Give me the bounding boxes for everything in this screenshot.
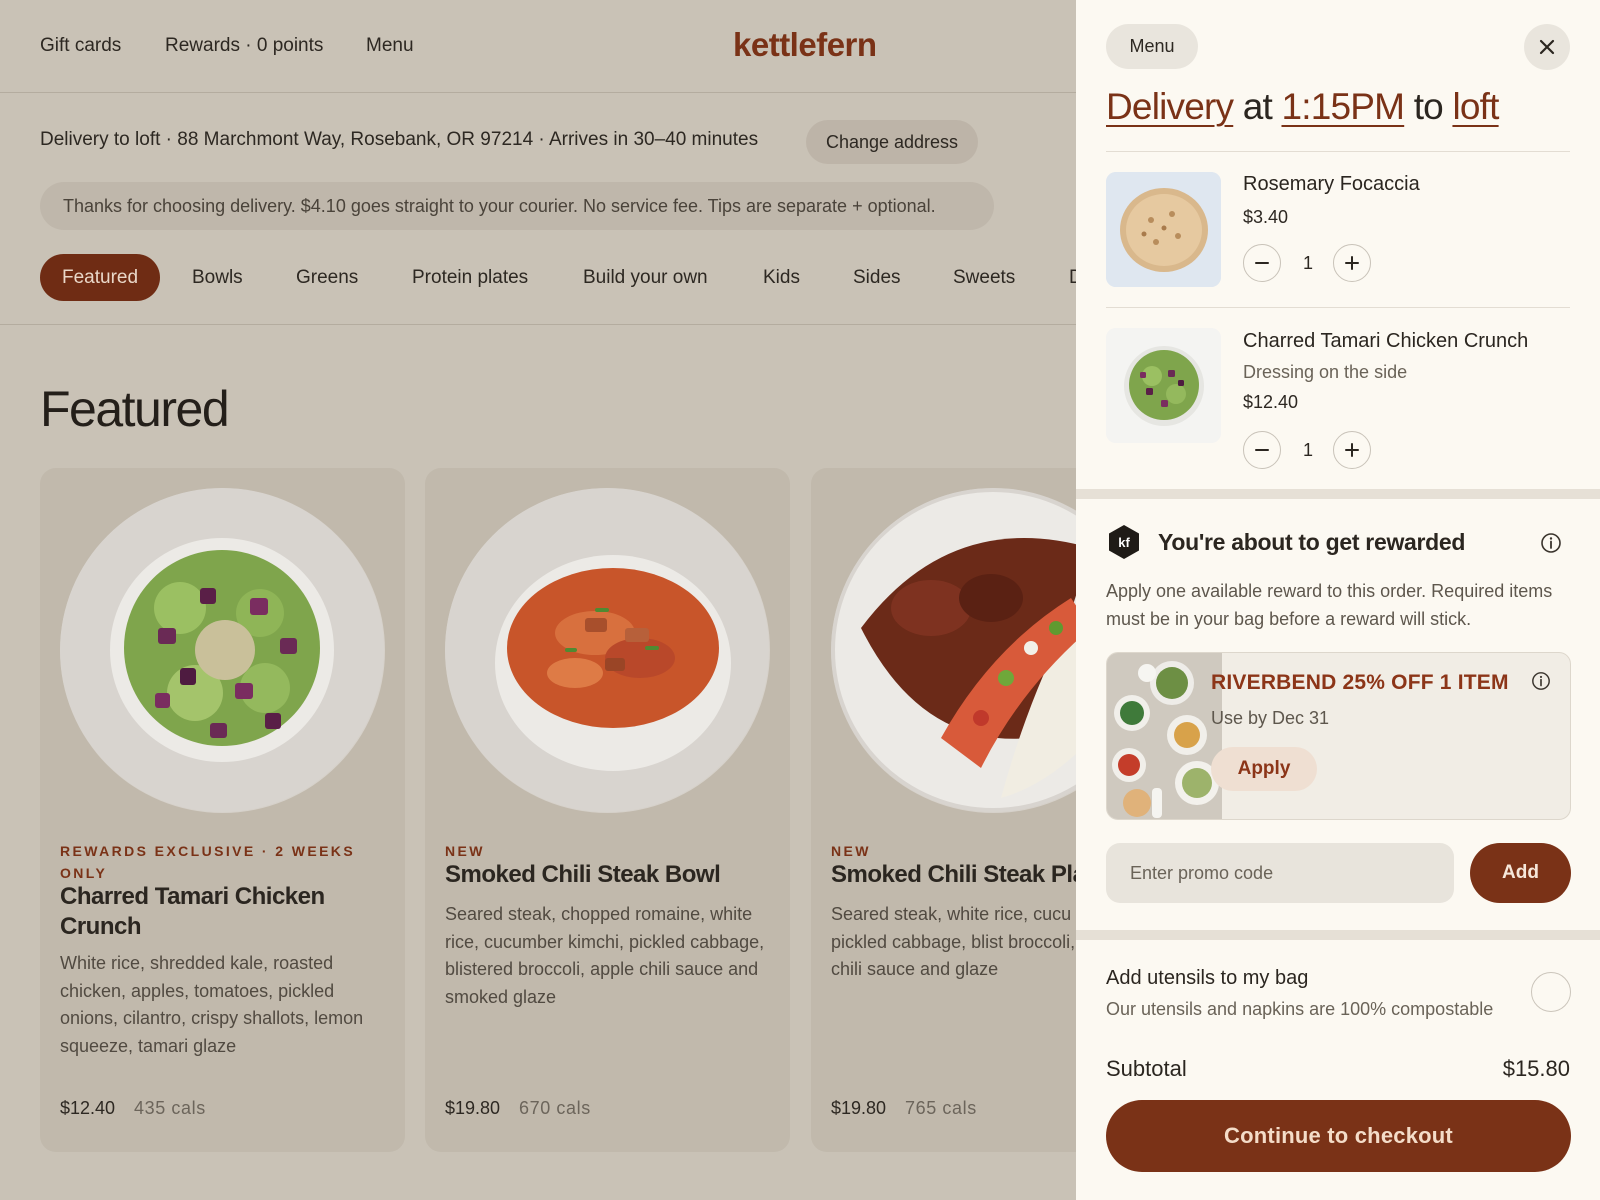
subtotal-label: Subtotal xyxy=(1106,1056,1187,1081)
utensils-label: Add utensils to my bag xyxy=(1106,967,1309,989)
close-button[interactable] xyxy=(1524,24,1570,70)
minus-icon xyxy=(1255,262,1269,264)
decrease-quantity-button[interactable] xyxy=(1243,431,1281,469)
cart-item-modifier: Dressing on the side xyxy=(1243,362,1408,382)
product-price: $19.80 xyxy=(831,1098,887,1118)
rewards-title: You're about to get rewarded xyxy=(1158,529,1466,555)
product-price: $12.40 xyxy=(60,1098,116,1118)
gift-cards-link[interactable]: Gift cards xyxy=(40,35,121,57)
rewards-badge-text: kf xyxy=(1118,535,1130,550)
info-icon[interactable] xyxy=(1540,532,1562,554)
delivery-time-link[interactable]: 1:15PM xyxy=(1281,86,1405,127)
product-calories: 670 cals xyxy=(519,1098,591,1118)
tab-bowls[interactable]: Bowls xyxy=(192,254,243,301)
reward-code: RIVERBEND 25% OFF 1 ITEM xyxy=(1211,671,1509,694)
focaccia-image xyxy=(1106,172,1221,287)
heading-to-text: to xyxy=(1413,86,1444,127)
cart-panel: Menu Delivery at 1:15PM to loft Rosemary… xyxy=(1076,0,1600,1200)
section-divider xyxy=(1076,489,1600,499)
table-spread-image xyxy=(1107,653,1222,819)
utensils-note: Our utensils and napkins are 100% compos… xyxy=(1106,999,1494,1019)
tab-protein-plates[interactable]: Protein plates xyxy=(412,254,528,301)
plus-icon xyxy=(1345,256,1359,270)
product-description: Seared steak, chopped romaine, white ric… xyxy=(445,904,765,1007)
cart-item-name: Rosemary Focaccia xyxy=(1243,173,1420,195)
close-icon xyxy=(1539,39,1555,55)
brand-logo[interactable]: kettlefern xyxy=(733,26,877,64)
increase-quantity-button[interactable] xyxy=(1333,244,1371,282)
salad-bowl-image xyxy=(60,488,385,813)
divider xyxy=(1106,151,1570,152)
section-title: Featured xyxy=(40,381,230,437)
minus-icon xyxy=(1255,449,1269,451)
apply-reward-button[interactable]: Apply xyxy=(1211,747,1317,791)
utensils-checkbox[interactable] xyxy=(1531,972,1571,1012)
menu-button[interactable]: Menu xyxy=(1106,24,1198,69)
increase-quantity-button[interactable] xyxy=(1333,431,1371,469)
product-description: White rice, shredded kale, roasted chick… xyxy=(60,953,364,1056)
subtotal-value: $15.80 xyxy=(1502,1056,1570,1081)
rewards-description: Apply one available reward to this order… xyxy=(1106,581,1553,629)
product-card[interactable]: REWARDS EXCLUSIVE · 2 WEEKS ONLY Charred… xyxy=(40,468,405,1152)
section-divider xyxy=(1076,930,1600,940)
rice-bowl-image xyxy=(445,488,770,813)
tabs-divider xyxy=(0,324,1076,325)
delivery-address-text: Delivery to loft · 88 Marchmont Way, Ros… xyxy=(40,129,759,150)
decrease-quantity-button[interactable] xyxy=(1243,244,1281,282)
product-tag: NEW xyxy=(445,843,485,859)
product-price: $19.80 xyxy=(445,1098,501,1118)
add-promo-button[interactable]: Add xyxy=(1470,843,1571,903)
tab-kids[interactable]: Kids xyxy=(763,254,800,301)
heading-at-text: at xyxy=(1242,86,1273,127)
tab-greens[interactable]: Greens xyxy=(296,254,358,301)
delivery-place-link[interactable]: loft xyxy=(1452,86,1499,127)
menu-link[interactable]: Menu xyxy=(366,35,414,57)
cart-item-name: Charred Tamari Chicken Crunch xyxy=(1243,330,1529,352)
change-address-button[interactable]: Change address xyxy=(806,120,978,164)
product-calories: 435 cals xyxy=(134,1098,206,1118)
promo-code-input[interactable]: Enter promo code xyxy=(1106,843,1454,903)
delivery-mode-link[interactable]: Delivery xyxy=(1106,86,1234,127)
cart-item-price: $12.40 xyxy=(1243,392,1299,412)
info-icon[interactable] xyxy=(1531,671,1551,691)
cart-item-price: $3.40 xyxy=(1243,207,1289,227)
product-card[interactable]: NEW Smoked Chili Steak Bowl Seared steak… xyxy=(425,468,790,1152)
product-name: Charred Tamari Chicken Crunch xyxy=(60,883,325,940)
plus-icon xyxy=(1345,443,1359,457)
rewards-link[interactable]: Rewards · 0 points xyxy=(165,35,323,57)
rewards-badge: kf xyxy=(1106,524,1142,560)
order-heading: Delivery at 1:15PM to loft xyxy=(1106,86,1499,128)
product-calories: 765 cals xyxy=(905,1098,977,1118)
tab-featured[interactable]: Featured xyxy=(40,254,161,301)
tab-sweets[interactable]: Sweets xyxy=(953,254,1015,301)
checkout-button[interactable]: Continue to checkout xyxy=(1106,1100,1571,1172)
cart-item-quantity: 1 xyxy=(1302,253,1313,273)
salad-bowl-image xyxy=(1106,328,1221,443)
product-name: Smoked Chili Steak Bowl xyxy=(445,861,721,888)
tab-build-your-own[interactable]: Build your own xyxy=(583,254,708,301)
product-tag: REWARDS EXCLUSIVE · 2 WEEKS ONLY xyxy=(60,843,356,881)
reward-expiry: Use by Dec 31 xyxy=(1211,708,1330,728)
divider xyxy=(1106,307,1570,308)
cart-item-quantity: 1 xyxy=(1302,440,1313,460)
courier-notice: Thanks for choosing delivery. $4.10 goes… xyxy=(40,182,994,230)
tab-sides[interactable]: Sides xyxy=(853,254,901,301)
page: Gift cards Rewards · 0 points Menu kettl… xyxy=(0,0,1600,1200)
